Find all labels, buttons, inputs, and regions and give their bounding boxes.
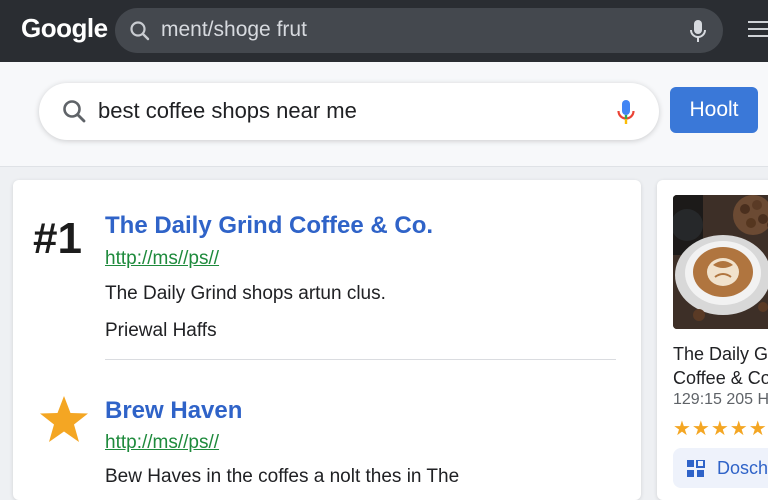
directions-button-label: Dosch <box>717 458 768 478</box>
result-rank: #1 <box>33 214 82 263</box>
result-url-link[interactable]: http://ms//ps// <box>105 248 219 270</box>
star-icon <box>37 394 91 451</box>
result-extra-text: Priewal Haffs <box>105 320 217 341</box>
result-description: Bew Haves in the coffes a nolt thes in T… <box>105 466 460 487</box>
search-button[interactable]: Hoolt <box>670 87 758 133</box>
hamburger-menu-icon[interactable] <box>748 21 768 42</box>
search-query-text: best coffee shops near me <box>98 98 357 123</box>
mic-icon[interactable] <box>688 18 708 49</box>
rating-stars: ★★★★★ <box>673 418 768 440</box>
result-divider <box>105 359 616 360</box>
search-header: best coffee shops near me Hoolt <box>0 62 768 167</box>
address-bar-text: ment/shoge frut <box>161 18 307 41</box>
place-name-line: Coffee & Co <box>673 368 768 388</box>
search-results: #1 The Daily Grind Coffee & Co. http://m… <box>13 180 641 500</box>
browser-top-bar: Google ment/shoge frut <box>0 0 768 62</box>
address-bar[interactable]: ment/shoge frut <box>115 8 723 53</box>
place-name[interactable]: The Daily G Coffee & Co <box>673 342 768 390</box>
knowledge-panel: The Daily G Coffee & Co 129:15 205 H ★★★… <box>657 180 768 500</box>
place-name-line: The Daily G <box>673 344 768 364</box>
search-icon <box>128 19 152 48</box>
result-title-link[interactable]: The Daily Grind Coffee & Co. <box>105 212 433 240</box>
google-logo[interactable]: Google <box>21 13 108 44</box>
place-meta: 129:15 205 H <box>673 391 768 408</box>
directions-button[interactable]: Dosch <box>673 448 768 488</box>
search-input[interactable]: best coffee shops near me <box>39 83 659 140</box>
voice-search-icon[interactable] <box>615 98 637 131</box>
result-description: The Daily Grind shops artun clus. <box>105 283 386 304</box>
search-icon <box>61 98 87 129</box>
result-title-link[interactable]: Brew Haven <box>105 397 242 425</box>
grid-icon <box>687 459 705 483</box>
result-url-link[interactable]: http://ms//ps// <box>105 432 219 454</box>
coffee-photo[interactable] <box>673 195 768 329</box>
